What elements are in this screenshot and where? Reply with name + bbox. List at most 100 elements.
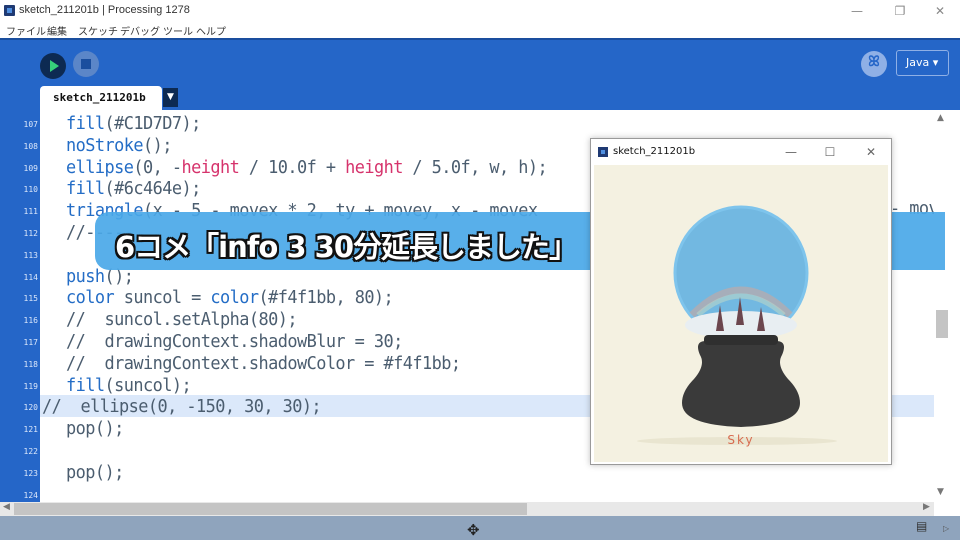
- console-toggle-icon[interactable]: ▷: [943, 524, 949, 533]
- line-number: 112: [23, 229, 38, 238]
- code-token: / 10.0f +: [239, 156, 346, 178]
- line-number: 120: [23, 403, 38, 413]
- line-number: 108: [23, 141, 38, 151]
- line-number: 111: [23, 207, 38, 217]
- code-token: height: [345, 156, 403, 178]
- sketch-window-title: sketch_211201b: [613, 146, 696, 157]
- minimize-button[interactable]: —: [842, 2, 872, 20]
- line-number: 107: [23, 120, 38, 129]
- code-line: // suncol.setAlpha(80);: [66, 309, 298, 331]
- code-token: fill: [66, 178, 105, 200]
- sketch-output-window[interactable]: sketch_211201b — ☐ ✕ Sky: [590, 138, 892, 465]
- code-token: // ellipse(0, -150, 30, 30);: [42, 396, 322, 418]
- line-number: 109: [23, 163, 38, 173]
- stop-button[interactable]: [73, 51, 99, 77]
- vertical-scrollbar[interactable]: [934, 110, 960, 502]
- code-line: fill(suncol);: [66, 374, 192, 396]
- move-cursor-icon: ✥: [467, 521, 480, 539]
- line-number: 115: [23, 294, 38, 304]
- window-titlebar: sketch_211201b | Processing 1278 — ❐ ✕: [0, 0, 960, 22]
- line-number: 110: [23, 185, 38, 195]
- menu-help[interactable]: ヘルプ: [196, 23, 226, 38]
- scroll-right-icon[interactable]: ▶: [923, 502, 930, 512]
- code-token: ();: [94, 461, 124, 483]
- code-line: // drawingContext.shadowBlur = 30;: [66, 331, 403, 352]
- code-token: (#f4f1bb, 80);: [258, 287, 394, 309]
- vertical-scroll-thumb[interactable]: [936, 310, 948, 338]
- code-token: color: [210, 287, 259, 309]
- menu-tools[interactable]: ツール: [163, 23, 193, 38]
- menu-file[interactable]: ファイル: [6, 23, 46, 38]
- code-token: ellipse: [66, 156, 134, 178]
- line-number: 113: [23, 250, 38, 260]
- caption-text: 6コメ「info 3 30分延長しました」: [115, 230, 578, 264]
- console-statusbar: [0, 516, 960, 540]
- code-token: fill: [66, 374, 105, 396]
- sketch-maximize-button[interactable]: ☐: [818, 143, 842, 161]
- tab-menu-button[interactable]: ▼: [163, 88, 178, 107]
- console-icon[interactable]: ▤: [916, 519, 927, 533]
- maximize-button[interactable]: ❐: [885, 2, 915, 20]
- window-title: sketch_211201b | Processing 1278: [19, 4, 190, 16]
- code-token: // drawingContext.shadowBlur = 30;: [66, 331, 403, 352]
- line-number: 118: [23, 359, 38, 369]
- sketch-window-titlebar: sketch_211201b — ☐ ✕: [591, 139, 891, 165]
- horizontal-scroll-thumb[interactable]: [14, 503, 527, 515]
- line-number: 117: [23, 338, 38, 347]
- code-token: // suncol.setAlpha(80);: [66, 309, 298, 331]
- snow-globe-drawing: [637, 205, 837, 445]
- menu-sketch[interactable]: スケッチ: [78, 23, 118, 38]
- line-number: 114: [23, 272, 38, 282]
- scroll-down-icon[interactable]: ▼: [937, 487, 944, 497]
- code-token: // drawingContext.shadowColor = #f4f1bb;: [66, 352, 461, 374]
- scroll-up-icon[interactable]: ▲: [937, 113, 944, 123]
- line-number-gutter: 107 108 109 110 111 112 113 114 115 116 117 118 119 1…: [0, 110, 40, 502]
- processing-app-icon: [4, 5, 15, 16]
- code-line: pop();: [66, 418, 124, 439]
- code-token: (#6c464e);: [104, 178, 201, 200]
- code-token: / 5.0f, w, h);: [402, 156, 548, 178]
- debugger-button[interactable]: ꕤ: [861, 51, 887, 77]
- code-token: push: [66, 265, 105, 287]
- menu-bar: ファイル 編集 スケッチ デバッグ ツール ヘルプ: [0, 22, 960, 38]
- code-line: noStroke();: [66, 135, 172, 156]
- line-number: 124: [23, 490, 38, 500]
- debugger-icon: ꕤ: [868, 54, 880, 70]
- code-token: ();: [94, 418, 124, 440]
- sketch-canvas[interactable]: [594, 165, 888, 462]
- run-button[interactable]: [40, 53, 66, 79]
- code-line: // drawingContext.shadowColor = #f4f1bb;: [66, 353, 461, 374]
- code-token: height: [181, 156, 240, 178]
- sky-label: Sky: [727, 433, 755, 447]
- tab-sketch[interactable]: sketch_211201b: [40, 86, 162, 110]
- processing-app-icon: [598, 147, 608, 157]
- close-button[interactable]: ✕: [925, 2, 955, 20]
- code-token: (#C1D7D7);: [104, 113, 201, 134]
- code-token: fill: [66, 113, 105, 134]
- menu-debug[interactable]: デバッグ: [120, 23, 160, 38]
- code-line: fill(#C1D7D7);: [66, 113, 201, 134]
- sketch-minimize-button[interactable]: —: [779, 143, 803, 161]
- code-token: ();: [142, 134, 172, 156]
- code-line: fill(#6c464e);: [66, 178, 201, 199]
- code-line: // ellipse(0, -150, 30, 30);: [42, 396, 322, 418]
- code-token: pop: [66, 418, 95, 440]
- code-line: color suncol = color(#f4f1bb, 80);: [66, 287, 394, 309]
- scroll-left-icon[interactable]: ◀: [3, 502, 10, 512]
- line-number: 121: [23, 425, 38, 435]
- line-number: 116: [23, 316, 38, 326]
- code-token: noStroke: [66, 134, 144, 156]
- code-token: color: [66, 287, 115, 309]
- sketch-close-button[interactable]: ✕: [859, 143, 883, 161]
- code-token: pop: [66, 461, 95, 483]
- code-line: ellipse(0, -height / 10.0f + height / 5.…: [66, 156, 548, 178]
- mode-selector[interactable]: Java ▾: [896, 50, 949, 76]
- line-number: 119: [23, 381, 38, 391]
- globe-base: [682, 341, 800, 427]
- line-number: 123: [23, 468, 38, 478]
- code-line: pop();: [66, 462, 124, 483]
- menu-edit[interactable]: 編集: [47, 23, 67, 38]
- code-token: (suncol);: [104, 374, 192, 396]
- code-token: suncol =: [114, 287, 211, 309]
- base-collar: [704, 335, 778, 345]
